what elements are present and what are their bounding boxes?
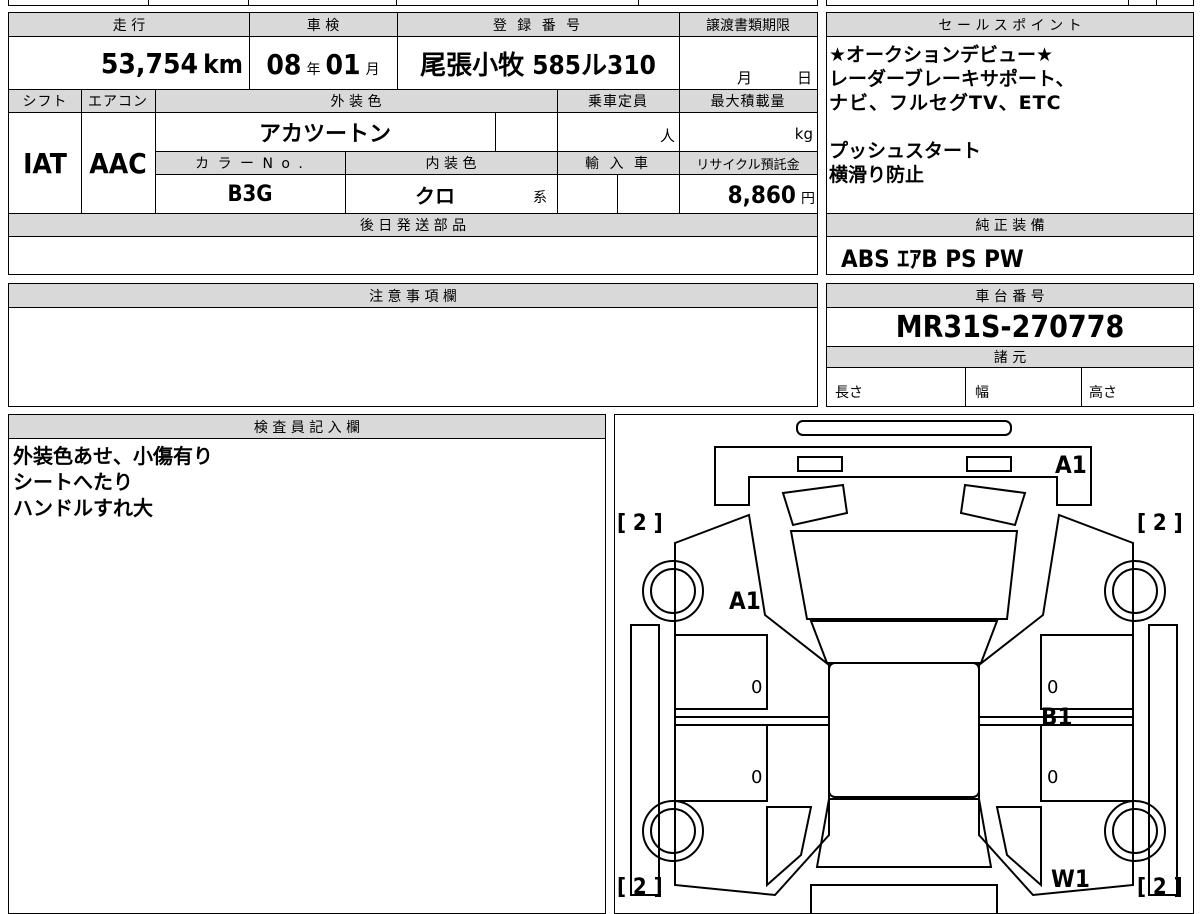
chassis-number: MR31S-270778 <box>895 309 1125 345</box>
import-label: 輸 入 車 <box>585 156 651 172</box>
damage-mark-left-fender: A1 <box>729 587 761 615</box>
inspector-note: シートへたり <box>13 470 133 494</box>
sales-point-line: プッシュスタート <box>829 140 982 162</box>
shift-label: シフト <box>22 94 68 110</box>
recycle-fee-unit: 円 <box>801 191 815 207</box>
inspector-note: 外装色あせ、小傷有り <box>13 444 213 468</box>
color-number-label: カ ラ ー N o . <box>195 156 305 172</box>
shift-value: IAT <box>23 146 67 180</box>
damage-mark-rear-window: W1 <box>1051 865 1090 893</box>
door-mark: 0 <box>751 767 763 788</box>
vehicle-info-grid: 走 行 車 検 登 録 番 号 譲渡書類期限 53,754 km 08 年 01… <box>8 12 818 275</box>
inspector-label: 検 査 員 記 入 欄 <box>253 420 361 436</box>
equipment-value: ABS ｴｱB PS PW <box>841 245 1024 273</box>
capacity-unit: 人 <box>659 127 675 145</box>
mileage-label: 走 行 <box>112 18 146 34</box>
recycle-fee-label: リサイクル預託金 <box>696 157 800 173</box>
damage-diagram: [ 2 ] [ 2 ] [ 2 ] [ 2 ] A1 A1 B1 W1 0 0 … <box>614 414 1194 914</box>
exterior-color-label: 外 装 色 <box>330 94 382 110</box>
registration-value: 尾張小牧 585ル310 <box>420 50 656 81</box>
tire-front-left-label: [ 2 ] <box>617 511 663 536</box>
tire-front-right-label: [ 2 ] <box>1137 511 1183 536</box>
specs-label: 諸 元 <box>993 350 1027 366</box>
damage-mark-front-bumper: A1 <box>1055 451 1087 479</box>
shaken-label: 車 検 <box>306 18 340 34</box>
shaken-year-unit: 年 <box>306 62 321 78</box>
spec-length-label: 長さ <box>835 385 863 401</box>
shaken-month: 01 <box>325 48 361 81</box>
notes-label: 注 意 事 項 欄 <box>369 289 457 305</box>
aircon-value: AAC <box>89 146 147 180</box>
notes-box: 注 意 事 項 欄 <box>8 283 818 407</box>
top-cut-row <box>8 0 1194 6</box>
shaken-year: 08 <box>266 48 302 81</box>
tire-rear-left-label: [ 2 ] <box>617 875 663 900</box>
mileage-value: 53,754 <box>100 47 199 80</box>
damage-mark-right-door: B1 <box>1041 703 1073 731</box>
equipment-label: 純 正 装 備 <box>975 218 1045 234</box>
sales-point-line <box>829 115 1074 139</box>
interior-color-label: 内 装 色 <box>425 156 477 172</box>
chassis-label: 車 台 番 号 <box>975 289 1045 305</box>
exterior-color-value: アカツートン <box>258 122 391 147</box>
door-mark: 0 <box>751 677 763 698</box>
color-number-value: B3G <box>227 181 273 207</box>
sales-point-line: 横滑り防止 <box>829 164 925 186</box>
sales-point-line: ★オークションデビュー★ <box>829 44 1054 66</box>
tire-rear-right-label: [ 2 ] <box>1137 875 1183 900</box>
transfer-month-unit: 月 <box>737 69 753 87</box>
capacity-label: 乗車定員 <box>588 94 648 110</box>
transfer-deadline-label: 譲渡書類期限 <box>706 18 790 34</box>
interior-color-suffix: 系 <box>533 190 547 206</box>
chassis-box: 車 台 番 号 MR31S-270778 諸 元 長さ 幅 高さ <box>826 283 1194 407</box>
car-outline-diagram <box>630 420 1178 913</box>
sales-point-label: セ ー ル ス ポ イ ン ト <box>938 18 1082 34</box>
shaken-month-unit: 月 <box>365 62 380 78</box>
sales-point-line: レーダーブレーキサポート、 <box>829 68 1075 90</box>
inspector-box: 検 査 員 記 入 欄 外装色あせ、小傷有り シートへたり ハンドルすれ大 <box>8 414 606 914</box>
spec-height-label: 高さ <box>1089 385 1117 401</box>
registration-label: 登 録 番 号 <box>492 18 584 34</box>
mileage-unit: km <box>203 50 243 80</box>
max-load-label: 最大積載量 <box>710 94 786 110</box>
inspector-note: ハンドルすれ大 <box>13 496 153 520</box>
spec-width-label: 幅 <box>975 385 989 401</box>
transfer-day-unit: 日 <box>797 69 813 87</box>
aircon-label: エアコン <box>88 94 148 110</box>
recycle-fee-value: 8,860 <box>727 181 796 209</box>
door-mark: 0 <box>1047 677 1059 698</box>
interior-color-value: クロ <box>415 183 455 208</box>
later-parts-label: 後 日 発 送 部 品 <box>359 218 467 234</box>
sales-point-box: セ ー ル ス ポ イ ン ト ★オークションデビュー★ レーダーブレーキサポー… <box>826 12 1194 275</box>
max-load-unit: kg <box>794 125 813 143</box>
door-mark: 0 <box>1047 767 1059 788</box>
sales-point-line: ナビ、フルセグTV、ETC <box>829 92 1062 114</box>
